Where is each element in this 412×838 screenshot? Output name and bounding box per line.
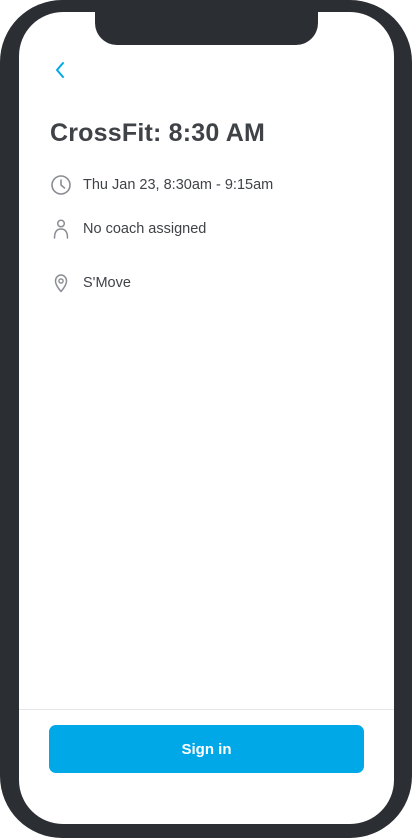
device-frame: CrossFit: 8:30 AM Thu Jan 23, 8:30am - 9… (0, 0, 412, 838)
event-time-text: Thu Jan 23, 8:30am - 9:15am (83, 177, 274, 193)
event-coach-row: No coach assigned (50, 218, 206, 240)
map-pin-icon (50, 272, 72, 294)
event-location-text: S'Move (83, 275, 131, 291)
event-coach-text: No coach assigned (83, 221, 207, 237)
footer-divider (19, 709, 394, 710)
device-notch (95, 12, 318, 45)
clock-icon (50, 174, 72, 196)
person-icon (50, 218, 72, 240)
event-location-row: S'Move (50, 272, 131, 294)
chevron-left-icon (54, 61, 66, 84)
back-button[interactable] (49, 59, 71, 85)
app-screen: CrossFit: 8:30 AM Thu Jan 23, 8:30am - 9… (19, 12, 394, 824)
sign-in-button[interactable]: Sign in (49, 725, 364, 773)
page-title: CrossFit: 8:30 AM (50, 119, 266, 147)
event-time-row: Thu Jan 23, 8:30am - 9:15am (50, 174, 273, 196)
